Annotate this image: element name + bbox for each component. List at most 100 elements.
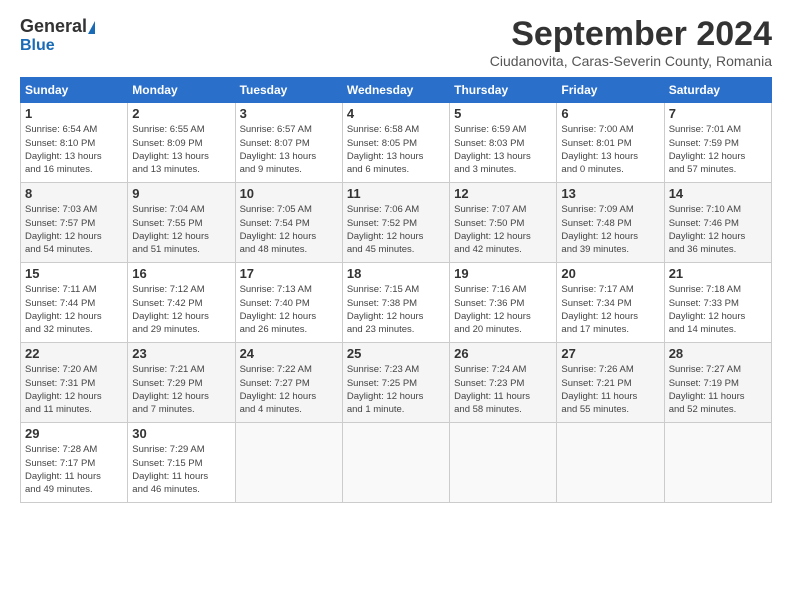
header: General Blue September 2024 Ciudanovita,…	[20, 16, 772, 69]
calendar-table: SundayMondayTuesdayWednesdayThursdayFrid…	[20, 77, 772, 503]
day-info: Sunrise: 7:05 AM Sunset: 7:54 PM Dayligh…	[240, 203, 338, 256]
day-info: Sunrise: 7:24 AM Sunset: 7:23 PM Dayligh…	[454, 363, 552, 416]
day-info: Sunrise: 7:01 AM Sunset: 7:59 PM Dayligh…	[669, 123, 767, 176]
calendar-cell: 22 Sunrise: 7:20 AM Sunset: 7:31 PM Dayli…	[21, 343, 128, 423]
week-row-4: 22 Sunrise: 7:20 AM Sunset: 7:31 PM Dayli…	[21, 343, 772, 423]
week-row-5: 29 Sunrise: 7:28 AM Sunset: 7:17 PM Dayli…	[21, 423, 772, 503]
day-info: Sunrise: 7:26 AM Sunset: 7:21 PM Dayligh…	[561, 363, 659, 416]
day-number: 21	[669, 266, 767, 281]
day-number: 28	[669, 346, 767, 361]
calendar-cell: 27 Sunrise: 7:26 AM Sunset: 7:21 PM Dayli…	[557, 343, 664, 423]
day-number: 13	[561, 186, 659, 201]
calendar-cell	[235, 423, 342, 503]
day-number: 7	[669, 106, 767, 121]
day-number: 14	[669, 186, 767, 201]
calendar-cell: 20Sunrise: 7:17 AM Sunset: 7:34 PM Dayli…	[557, 263, 664, 343]
calendar-cell: 21Sunrise: 7:18 AM Sunset: 7:33 PM Dayli…	[664, 263, 771, 343]
col-header-monday: Monday	[128, 78, 235, 103]
day-info: Sunrise: 7:06 AM Sunset: 7:52 PM Dayligh…	[347, 203, 445, 256]
day-number: 23	[132, 346, 230, 361]
calendar-cell: 5 Sunrise: 6:59 AM Sunset: 8:03 PM Daylig…	[450, 103, 557, 183]
calendar-cell: 10 Sunrise: 7:05 AM Sunset: 7:54 PM Dayli…	[235, 183, 342, 263]
day-info: Sunrise: 7:03 AM Sunset: 7:57 PM Dayligh…	[25, 203, 123, 256]
day-number: 29	[25, 426, 123, 441]
day-info: Sunrise: 7:27 AM Sunset: 7:19 PM Dayligh…	[669, 363, 767, 416]
col-header-friday: Friday	[557, 78, 664, 103]
calendar-cell: 19 Sunrise: 7:16 AM Sunset: 7:36 PM Dayli…	[450, 263, 557, 343]
day-info: Sunrise: 7:22 AM Sunset: 7:27 PM Dayligh…	[240, 363, 338, 416]
calendar-cell: 8 Sunrise: 7:03 AM Sunset: 7:57 PM Daylig…	[21, 183, 128, 263]
calendar-cell	[664, 423, 771, 503]
col-header-sunday: Sunday	[21, 78, 128, 103]
day-number: 5	[454, 106, 552, 121]
day-number: 17	[240, 266, 338, 281]
day-info: Sunrise: 7:15 AM Sunset: 7:38 PM Dayligh…	[347, 283, 445, 336]
calendar-cell: 30 Sunrise: 7:29 AM Sunset: 7:15 PM Dayli…	[128, 423, 235, 503]
calendar-cell: 2 Sunrise: 6:55 AM Sunset: 8:09 PM Daylig…	[128, 103, 235, 183]
calendar-cell: 28 Sunrise: 7:27 AM Sunset: 7:19 PM Dayli…	[664, 343, 771, 423]
day-number: 2	[132, 106, 230, 121]
calendar-cell: 7 Sunrise: 7:01 AM Sunset: 7:59 PM Daylig…	[664, 103, 771, 183]
week-row-1: 1Sunrise: 6:54 AM Sunset: 8:10 PM Daylig…	[21, 103, 772, 183]
day-number: 20	[561, 266, 659, 281]
day-info: Sunrise: 7:21 AM Sunset: 7:29 PM Dayligh…	[132, 363, 230, 416]
day-number: 26	[454, 346, 552, 361]
col-header-saturday: Saturday	[664, 78, 771, 103]
calendar-cell: 9Sunrise: 7:04 AM Sunset: 7:55 PM Daylig…	[128, 183, 235, 263]
location-title: Ciudanovita, Caras-Severin County, Roman…	[490, 53, 772, 69]
calendar-cell	[342, 423, 449, 503]
calendar-cell: 25 Sunrise: 7:23 AM Sunset: 7:25 PM Dayli…	[342, 343, 449, 423]
day-info: Sunrise: 7:29 AM Sunset: 7:15 PM Dayligh…	[132, 443, 230, 496]
day-info: Sunrise: 6:58 AM Sunset: 8:05 PM Dayligh…	[347, 123, 445, 176]
title-block: September 2024 Ciudanovita, Caras-Severi…	[490, 16, 772, 69]
day-number: 11	[347, 186, 445, 201]
col-header-wednesday: Wednesday	[342, 78, 449, 103]
day-info: Sunrise: 7:12 AM Sunset: 7:42 PM Dayligh…	[132, 283, 230, 336]
day-info: Sunrise: 7:28 AM Sunset: 7:17 PM Dayligh…	[25, 443, 123, 496]
calendar-cell: 15 Sunrise: 7:11 AM Sunset: 7:44 PM Dayli…	[21, 263, 128, 343]
day-number: 22	[25, 346, 123, 361]
day-info: Sunrise: 7:00 AM Sunset: 8:01 PM Dayligh…	[561, 123, 659, 176]
day-info: Sunrise: 7:23 AM Sunset: 7:25 PM Dayligh…	[347, 363, 445, 416]
day-number: 15	[25, 266, 123, 281]
day-info: Sunrise: 7:20 AM Sunset: 7:31 PM Dayligh…	[25, 363, 123, 416]
calendar-cell: 29 Sunrise: 7:28 AM Sunset: 7:17 PM Dayli…	[21, 423, 128, 503]
day-info: Sunrise: 6:57 AM Sunset: 8:07 PM Dayligh…	[240, 123, 338, 176]
day-number: 6	[561, 106, 659, 121]
calendar-cell: 12Sunrise: 7:07 AM Sunset: 7:50 PM Dayli…	[450, 183, 557, 263]
day-number: 19	[454, 266, 552, 281]
calendar-cell	[450, 423, 557, 503]
day-number: 10	[240, 186, 338, 201]
day-number: 25	[347, 346, 445, 361]
calendar-cell: 17Sunrise: 7:13 AM Sunset: 7:40 PM Dayli…	[235, 263, 342, 343]
page-container: General Blue September 2024 Ciudanovita,…	[0, 0, 792, 513]
day-number: 27	[561, 346, 659, 361]
logo-general-text: General	[20, 16, 87, 37]
calendar-cell: 18Sunrise: 7:15 AM Sunset: 7:38 PM Dayli…	[342, 263, 449, 343]
day-info: Sunrise: 6:54 AM Sunset: 8:10 PM Dayligh…	[25, 123, 123, 176]
logo: General Blue	[20, 16, 95, 55]
calendar-cell: 11 Sunrise: 7:06 AM Sunset: 7:52 PM Dayli…	[342, 183, 449, 263]
day-number: 9	[132, 186, 230, 201]
header-row: SundayMondayTuesdayWednesdayThursdayFrid…	[21, 78, 772, 103]
month-title: September 2024	[490, 16, 772, 53]
calendar-cell: 13Sunrise: 7:09 AM Sunset: 7:48 PM Dayli…	[557, 183, 664, 263]
calendar-cell: 23 Sunrise: 7:21 AM Sunset: 7:29 PM Dayli…	[128, 343, 235, 423]
day-info: Sunrise: 6:59 AM Sunset: 8:03 PM Dayligh…	[454, 123, 552, 176]
day-info: Sunrise: 6:55 AM Sunset: 8:09 PM Dayligh…	[132, 123, 230, 176]
calendar-cell: 6 Sunrise: 7:00 AM Sunset: 8:01 PM Daylig…	[557, 103, 664, 183]
day-info: Sunrise: 7:07 AM Sunset: 7:50 PM Dayligh…	[454, 203, 552, 256]
week-row-3: 15 Sunrise: 7:11 AM Sunset: 7:44 PM Dayli…	[21, 263, 772, 343]
calendar-cell: 4Sunrise: 6:58 AM Sunset: 8:05 PM Daylig…	[342, 103, 449, 183]
day-info: Sunrise: 7:16 AM Sunset: 7:36 PM Dayligh…	[454, 283, 552, 336]
calendar-cell: 24Sunrise: 7:22 AM Sunset: 7:27 PM Dayli…	[235, 343, 342, 423]
week-row-2: 8 Sunrise: 7:03 AM Sunset: 7:57 PM Daylig…	[21, 183, 772, 263]
col-header-thursday: Thursday	[450, 78, 557, 103]
day-number: 30	[132, 426, 230, 441]
day-info: Sunrise: 7:11 AM Sunset: 7:44 PM Dayligh…	[25, 283, 123, 336]
logo-blue-text: Blue	[20, 37, 55, 55]
day-number: 3	[240, 106, 338, 121]
logo-triangle-icon	[88, 21, 95, 34]
day-number: 8	[25, 186, 123, 201]
calendar-cell: 26 Sunrise: 7:24 AM Sunset: 7:23 PM Dayli…	[450, 343, 557, 423]
